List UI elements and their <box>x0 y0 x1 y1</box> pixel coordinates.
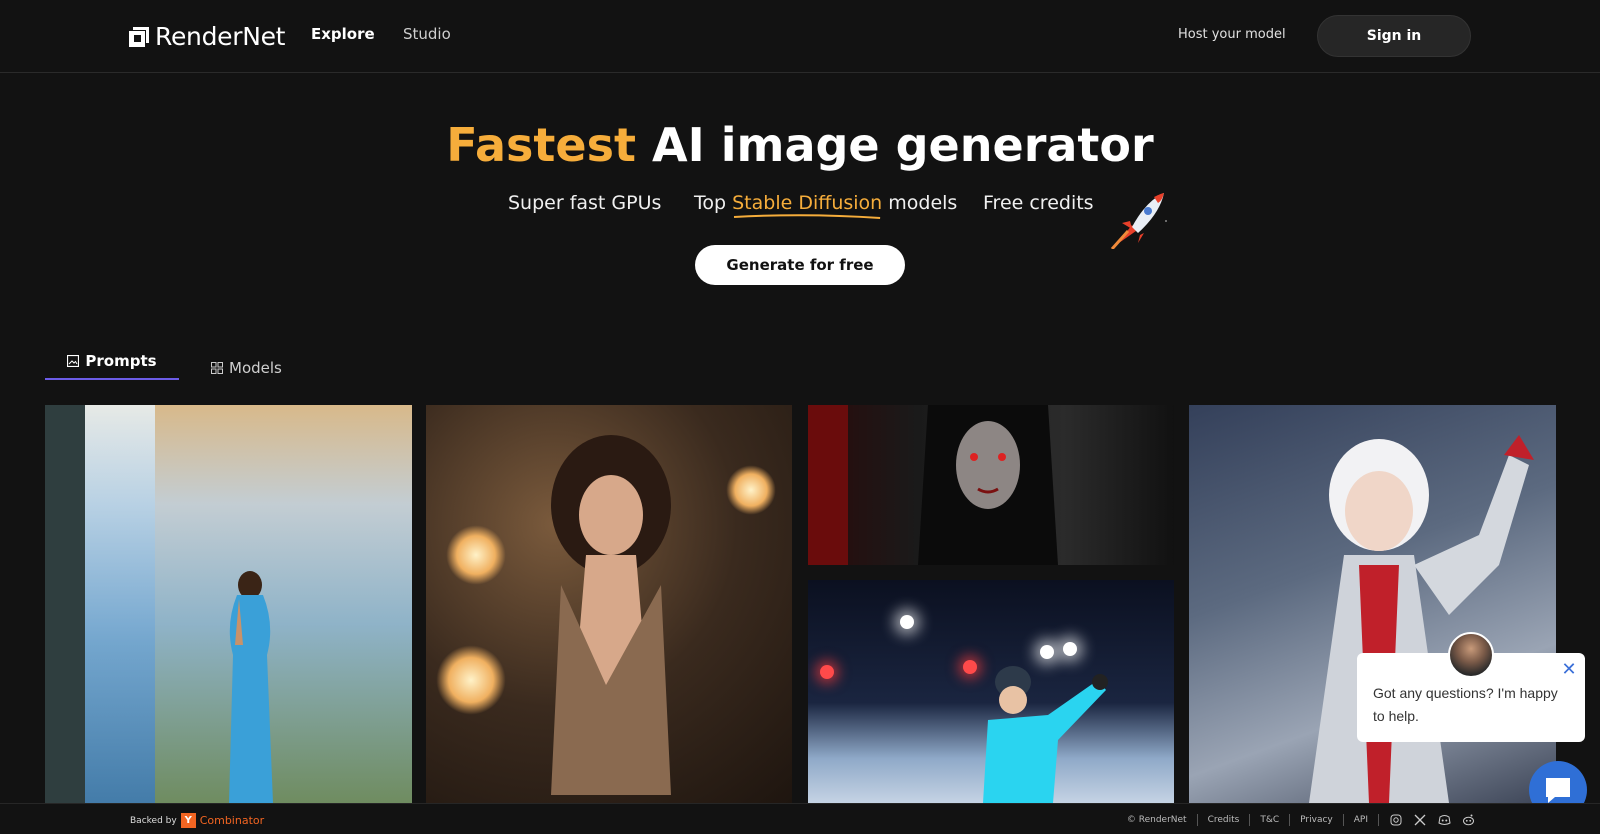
x-icon[interactable] <box>1413 813 1427 827</box>
nav-explore-link[interactable]: Explore <box>311 25 375 43</box>
footer-links: © RenderNet Credits T&C Privacy API <box>1127 813 1475 827</box>
logo-mark-icon <box>129 26 149 47</box>
social-links <box>1389 813 1475 827</box>
instagram-icon[interactable] <box>1389 813 1403 827</box>
gallery-card-robot-girl[interactable] <box>1189 405 1556 803</box>
tab-models-label: Models <box>229 359 282 377</box>
feature-2-prefix: Top <box>694 192 727 214</box>
yc-name: Combinator <box>199 814 265 827</box>
skater-figure-image <box>983 666 1108 803</box>
yc-logo-icon: Y <box>180 813 196 828</box>
gallery-card-ice-skater[interactable] <box>808 580 1174 803</box>
feature-free-credits: Free credits <box>983 192 1094 214</box>
generate-for-free-button[interactable]: Generate for free <box>695 245 905 285</box>
chat-bubble-icon <box>1546 778 1570 803</box>
close-icon[interactable]: ✕ <box>1561 660 1577 678</box>
footer: Backed by Y Combinator © RenderNet Credi… <box>0 803 1600 834</box>
top-navbar: RenderNet Explore Studio Host your model… <box>0 0 1600 73</box>
vampire-figure-image <box>918 405 1058 565</box>
logo-text: RenderNet <box>155 22 286 51</box>
woman-figure-image <box>229 571 273 803</box>
underline-swoosh-icon <box>734 214 881 219</box>
chat-message: Got any questions? I'm happy to help. <box>1373 685 1558 724</box>
tab-models[interactable]: Models <box>211 353 282 383</box>
logo[interactable]: RenderNet <box>129 22 285 51</box>
backed-by-yc[interactable]: Backed by Y Combinator <box>130 813 264 828</box>
image-icon <box>67 355 80 367</box>
feature-2-highlight: Stable Diffusion <box>732 192 882 219</box>
hero-title-rest: AI image generator <box>652 118 1154 172</box>
feature-2-suffix: models <box>888 192 958 214</box>
robot-girl-figure-image <box>1309 435 1534 803</box>
footer-link-privacy[interactable]: Privacy <box>1300 815 1333 825</box>
feature-fast-gpus: Super fast GPUs <box>508 192 662 214</box>
footer-link-api[interactable]: API <box>1354 815 1368 825</box>
hero-title-accent: Fastest <box>446 118 636 172</box>
gallery-card-restaurant-portrait[interactable] <box>426 405 792 803</box>
grid-icon <box>211 362 223 374</box>
rocket-icon <box>1110 193 1167 249</box>
footer-link-tc[interactable]: T&C <box>1260 815 1279 825</box>
gallery-card-vampire[interactable] <box>808 405 1174 565</box>
portrait-figure-image <box>551 435 671 795</box>
discord-icon[interactable] <box>1437 813 1451 827</box>
reddit-icon[interactable] <box>1461 813 1475 827</box>
backed-by-label: Backed by <box>130 815 177 826</box>
tab-prompts-label: Prompts <box>85 352 157 370</box>
agent-avatar <box>1448 632 1494 678</box>
feature-stable-diffusion: Top Stable Diffusion models <box>694 192 958 219</box>
gallery-card-waterfall[interactable] <box>45 405 412 803</box>
hero-title: Fastest AI image generator <box>0 118 1600 172</box>
nav-studio-link[interactable]: Studio <box>403 25 451 43</box>
footer-link-credits[interactable]: Credits <box>1208 815 1240 825</box>
sign-in-button[interactable]: Sign in <box>1317 15 1471 57</box>
tab-prompts[interactable]: Prompts <box>45 350 179 380</box>
host-your-model-link[interactable]: Host your model <box>1178 27 1286 42</box>
footer-copyright: © RenderNet <box>1126 815 1187 825</box>
